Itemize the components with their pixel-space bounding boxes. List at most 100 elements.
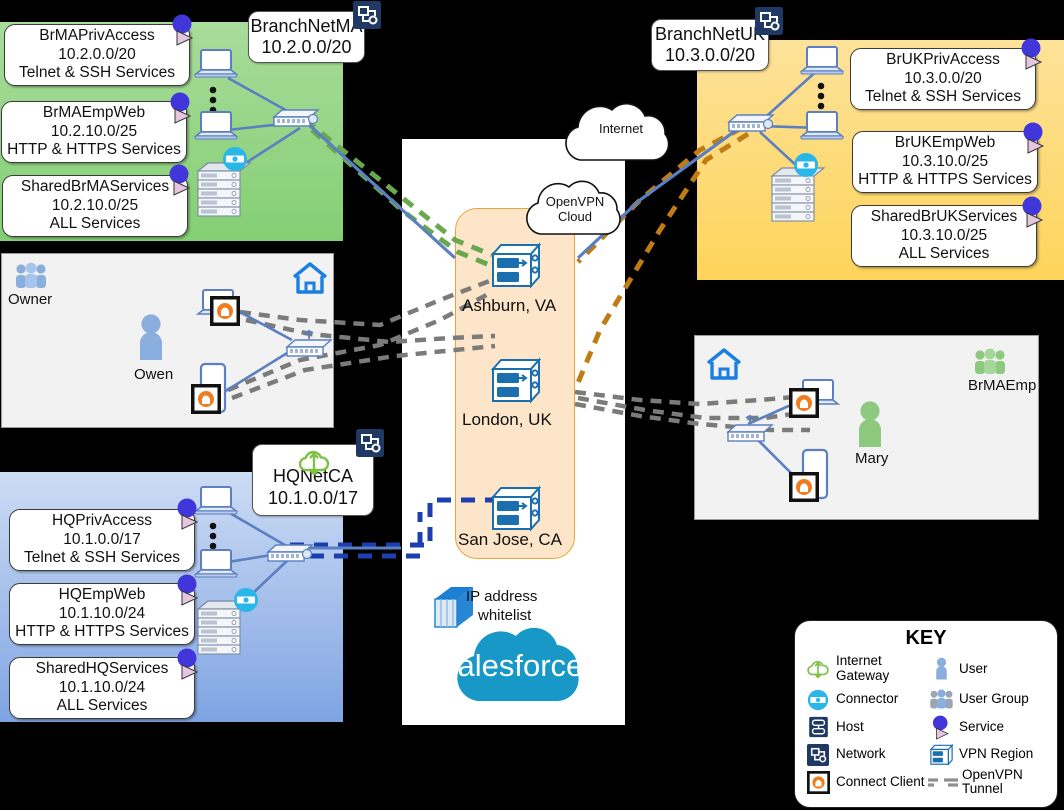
wifi-router-icon xyxy=(726,415,774,442)
service-ports: Telnet & SSH Services xyxy=(865,88,1021,106)
key-item-network: Network xyxy=(803,741,926,769)
openvpn-tunnel-icon xyxy=(926,776,962,788)
service-cidr: 10.3.10.0/25 xyxy=(901,152,989,170)
user-icon xyxy=(140,314,162,360)
connect-client-icon xyxy=(803,770,833,794)
service-cidr: 10.2.0.0/20 xyxy=(58,45,136,63)
service-box-bruk-privaccess[interactable]: BrUKPrivAccess 10.3.0.0/20 Telnet & SSH … xyxy=(850,48,1036,110)
key-label: Host xyxy=(836,718,864,734)
connect-client-icon[interactable] xyxy=(789,472,819,502)
service-box-bruk-empweb[interactable]: BrUKEmpWeb 10.3.10.0/25 HTTP & HTTPS Ser… xyxy=(852,131,1038,193)
service-ports: Telnet & SSH Services xyxy=(19,64,175,82)
service-box-shared-brma[interactable]: SharedBrMAServices 10.2.10.0/25 ALL Serv… xyxy=(2,175,188,237)
service-ports: Telnet & SSH Services xyxy=(24,549,180,567)
openvpn-cloud-label-line2: Cloud xyxy=(558,209,592,225)
service-ports: HTTP & HTTPS Services xyxy=(7,141,181,159)
service-cidr: 10.3.0.0/20 xyxy=(904,69,982,87)
ellipsis-icon xyxy=(817,82,825,110)
internet-gateway-icon xyxy=(803,659,833,680)
service-icon xyxy=(1022,196,1044,228)
vpn-region-label-sanjose: San Jose, CA xyxy=(458,530,562,549)
service-ports: ALL Services xyxy=(56,697,148,715)
user-label-mary: Mary xyxy=(855,450,889,467)
connector-icon xyxy=(794,153,818,177)
service-name: BrUKEmpWeb xyxy=(894,134,996,152)
service-box-brma-empweb[interactable]: BrMAEmpWeb 10.2.10.0/25 HTTP & HTTPS Ser… xyxy=(1,101,187,163)
service-name: BrMAPrivAccess xyxy=(39,27,155,45)
service-name: HQPrivAccess xyxy=(52,512,152,530)
network-diagram-canvas: BrMAPrivAccess 10.2.0.0/20 Telnet & SSH … xyxy=(0,0,1064,810)
user-group-label-owner: Owner xyxy=(8,291,53,308)
salesforce-wordmark: salesforce xyxy=(442,648,584,683)
key-item-internet-gateway: Internet Gateway xyxy=(803,652,926,686)
internet-gateway-icon xyxy=(298,450,330,476)
key-label: Internet Gateway xyxy=(833,654,889,683)
host-icon xyxy=(803,716,833,738)
home-icon xyxy=(706,348,742,380)
service-icon xyxy=(926,715,956,740)
service-cidr: 10.1.10.0/24 xyxy=(58,678,146,696)
network-cidr: 10.1.0.0/17 xyxy=(267,487,359,508)
service-icon xyxy=(172,14,194,46)
internet-cloud-label: Internet xyxy=(598,121,644,136)
key-item-connector: Connector xyxy=(803,686,926,714)
service-ports: HTTP & HTTPS Services xyxy=(15,623,189,641)
service-name: SharedBrUKServices xyxy=(870,208,1018,226)
vpn-region-icon xyxy=(490,357,542,404)
vpn-region-label-ashburn: Ashburn, VA xyxy=(462,296,557,315)
key-label: Service xyxy=(959,718,1005,734)
wifi-router-icon xyxy=(285,330,333,357)
key-item-host: Host xyxy=(803,714,926,742)
network-icon xyxy=(803,743,833,766)
openvpn-cloud-label: OpenVPN Cloud xyxy=(533,194,617,225)
laptop-icon xyxy=(193,111,239,140)
key-column-right: User User Group Service VPN Region OpenV… xyxy=(926,652,1049,796)
service-ports: HTTP & HTTPS Services xyxy=(858,171,1032,189)
key-item-user: User xyxy=(926,652,1049,686)
network-cidr: 10.2.0.0/20 xyxy=(261,37,352,57)
network-label-branchnet-uk[interactable]: BranchNetUK 10.3.0.0/20 xyxy=(651,19,769,71)
key-label: User xyxy=(959,660,988,676)
service-box-hq-privaccess[interactable]: HQPrivAccess 10.1.0.0/17 Telnet & SSH Se… xyxy=(9,509,195,571)
service-name: SharedBrMAServices xyxy=(20,178,170,196)
laptop-icon xyxy=(193,49,239,78)
network-name: BranchNetMA xyxy=(250,15,363,36)
service-box-shared-hq[interactable]: SharedHQServices 10.1.10.0/24 ALL Servic… xyxy=(9,657,195,719)
key-item-connect-client: Connect Client xyxy=(803,769,926,797)
key-label: User Group xyxy=(959,691,1029,707)
vpn-region-icon xyxy=(926,743,956,767)
vpn-region-icon xyxy=(490,242,542,289)
service-name: HQEmpWeb xyxy=(58,586,146,604)
connect-client-icon[interactable] xyxy=(789,388,819,418)
service-box-shared-bruk[interactable]: SharedBrUKServices 10.3.10.0/25 ALL Serv… xyxy=(851,205,1037,267)
connect-client-icon[interactable] xyxy=(210,296,240,326)
network-icon xyxy=(755,7,783,35)
network-label-branchnet-ma[interactable]: BranchNetMA 10.2.0.0/20 xyxy=(248,11,365,63)
service-icon xyxy=(177,574,199,606)
key-label: Connect Client xyxy=(836,773,925,789)
service-cidr: 10.3.10.0/25 xyxy=(900,226,988,244)
service-icon xyxy=(1021,38,1043,70)
key-item-service: Service xyxy=(926,714,1049,742)
connect-client-icon[interactable] xyxy=(191,384,221,414)
switch-icon xyxy=(727,114,775,132)
vpn-region-icon xyxy=(490,485,542,532)
service-name: SharedHQServices xyxy=(35,660,169,678)
service-icon xyxy=(169,164,191,196)
key-label: Connector xyxy=(836,691,899,707)
service-icon xyxy=(177,648,199,680)
service-box-hq-empweb[interactable]: HQEmpWeb 10.1.10.0/24 HTTP & HTTPS Servi… xyxy=(9,583,195,645)
user-group-label-brmaemp: BrMAEmp xyxy=(968,377,1037,394)
service-ports: ALL Services xyxy=(898,245,990,263)
key-item-vpn-region: VPN Region xyxy=(926,741,1049,769)
vpn-region-label-london: London, UK xyxy=(462,410,552,429)
laptop-icon xyxy=(799,111,845,140)
network-icon xyxy=(356,429,384,457)
service-box-brma-privaccess[interactable]: BrMAPrivAccess 10.2.0.0/20 Telnet & SSH … xyxy=(4,24,190,86)
user-group-icon xyxy=(16,262,46,288)
key-column-left: Internet Gateway Connector Host Network … xyxy=(803,652,926,796)
key-label: Network xyxy=(836,746,886,762)
service-cidr: 10.2.10.0/25 xyxy=(50,122,138,140)
network-cidr: 10.3.0.0/20 xyxy=(664,45,756,65)
key-label: OpenVPN Tunnel xyxy=(962,766,1023,797)
